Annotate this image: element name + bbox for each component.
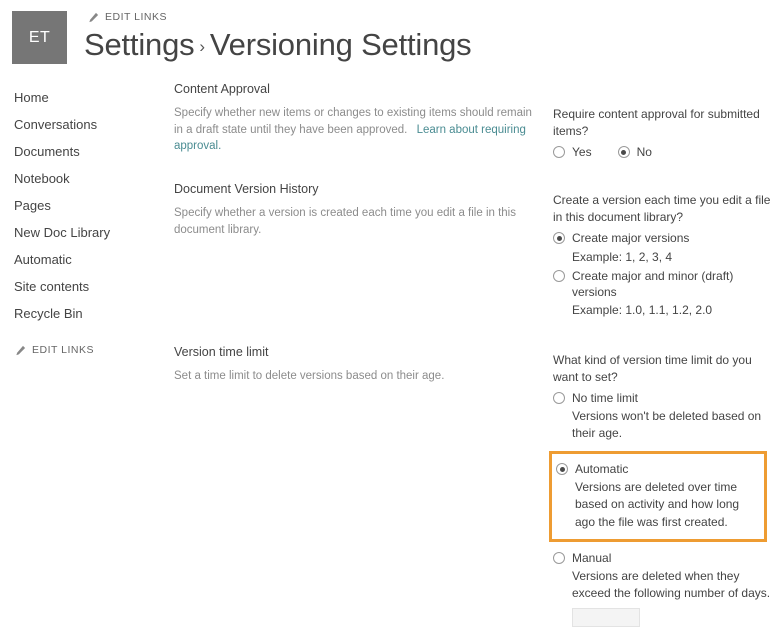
page-header: ET EDIT LINKS Settings › Versioning Settin… (0, 0, 776, 72)
section-version-time-limit: Version time limit Set a time limit to d… (168, 345, 776, 627)
sidebar-item-conversations[interactable]: Conversations (0, 111, 168, 138)
version-time-limit-description: Set a time limit to delete versions base… (174, 369, 445, 382)
automatic-description: Versions are deleted over time based on … (575, 480, 740, 529)
site-logo-tile[interactable]: ET (12, 11, 67, 64)
radio-option-create-major-and-minor-versions[interactable]: Create major and minor (draft) versions (553, 268, 776, 300)
radio-option-create-major-versions[interactable]: Create major versions (553, 230, 776, 246)
create-major-minor-versions-example: Example: 1.0, 1.1, 1.2, 2.0 (572, 302, 713, 317)
version-history-title: Document Version History (174, 182, 319, 197)
top-edit-links-button[interactable]: EDIT LINKS (88, 11, 167, 23)
version-history-options-column: Create a version each time you edit a fi… (553, 182, 776, 319)
radio-indicator[interactable] (553, 269, 565, 282)
breadcrumb-current: Versioning Settings (209, 27, 472, 62)
pencil-icon (88, 12, 99, 23)
pencil-icon (15, 345, 26, 356)
radio-label: Create major and minor (draft) versions (572, 268, 734, 299)
radio-indicator[interactable] (617, 146, 630, 159)
top-edit-links-label: EDIT LINKS (105, 11, 167, 23)
no-time-limit-description: Versions won't be deleted based on their… (572, 409, 762, 441)
create-major-versions-example: Example: 1, 2, 3, 4 (572, 249, 673, 264)
content-approval-title: Content Approval (174, 82, 270, 96)
sidebar-item-new-doc-library[interactable]: New Doc Library (0, 219, 168, 246)
automatic-option-highlight-box: Automatic Versions are deleted over time… (549, 451, 767, 542)
sidebar-item-site-contents[interactable]: Site contents (0, 273, 168, 300)
sidebar-item-pages[interactable]: Pages (0, 192, 168, 219)
sidebar-item-documents[interactable]: Documents (0, 138, 168, 165)
radio-indicator[interactable] (553, 232, 565, 245)
radio-label: No (636, 145, 652, 160)
radio-option-automatic[interactable]: Automatic (556, 461, 758, 477)
settings-form: Content Approval Specify whether new ite… (168, 72, 776, 627)
content-approval-description: Specify whether new items or changes to … (174, 105, 537, 155)
content-approval-question: Require content approval for submitted i… (553, 107, 760, 139)
radio-label: Manual (572, 550, 612, 565)
content-approval-description-column: Content Approval Specify whether new ite… (168, 82, 553, 160)
radio-indicator[interactable] (553, 551, 565, 564)
sidebar-edit-links-button[interactable]: EDIT LINKS (0, 344, 168, 356)
sidebar-item-recycle-bin[interactable]: Recycle Bin (0, 300, 168, 327)
radio-option-approval-no[interactable]: No (617, 144, 652, 160)
version-time-limit-title: Version time limit (174, 344, 269, 359)
site-initials: ET (28, 28, 51, 46)
sidebar-navigation: Home Conversations Documents Notebook Pa… (0, 84, 168, 356)
version-time-limit-question: What kind of version time limit do you w… (553, 352, 752, 384)
radio-option-manual[interactable]: Manual (553, 550, 776, 566)
breadcrumb-separator-icon: › (199, 36, 205, 56)
breadcrumb-settings[interactable]: Settings (84, 27, 195, 62)
number-of-days-input[interactable] (572, 607, 640, 627)
content-approval-radio-group: Yes No (553, 144, 776, 160)
version-time-limit-description-column: Version time limit Set a time limit to d… (168, 345, 553, 627)
content-approval-options-column: Require content approval for submitted i… (553, 82, 776, 160)
radio-indicator[interactable] (556, 463, 568, 476)
section-document-version-history: Document Version History Specify whether… (168, 182, 776, 319)
version-history-question: Create a version each time you edit a fi… (553, 193, 771, 225)
version-time-limit-options-column: What kind of version time limit do you w… (549, 345, 776, 627)
radio-option-approval-yes[interactable]: Yes (553, 144, 592, 160)
manual-description: Versions are deleted when they exceed th… (572, 568, 771, 600)
radio-label: Automatic (575, 462, 629, 477)
radio-label: Create major versions (572, 231, 690, 246)
radio-label: No time limit (572, 391, 639, 405)
page-title: Settings › Versioning Settings (84, 27, 472, 63)
sidebar-edit-links-label: EDIT LINKS (32, 344, 94, 356)
radio-indicator[interactable] (553, 146, 565, 159)
sidebar-item-notebook[interactable]: Notebook (0, 165, 168, 192)
sidebar-item-automatic[interactable]: Automatic (0, 246, 168, 273)
radio-label: Yes (572, 145, 592, 160)
sidebar-item-home[interactable]: Home (0, 84, 168, 111)
section-content-approval: Content Approval Specify whether new ite… (168, 82, 776, 160)
radio-indicator[interactable] (553, 392, 565, 404)
radio-option-no-time-limit[interactable]: No time limit (553, 390, 776, 406)
version-history-description: Specify whether a version is created eac… (174, 207, 516, 236)
version-history-description-column: Document Version History Specify whether… (168, 182, 553, 319)
